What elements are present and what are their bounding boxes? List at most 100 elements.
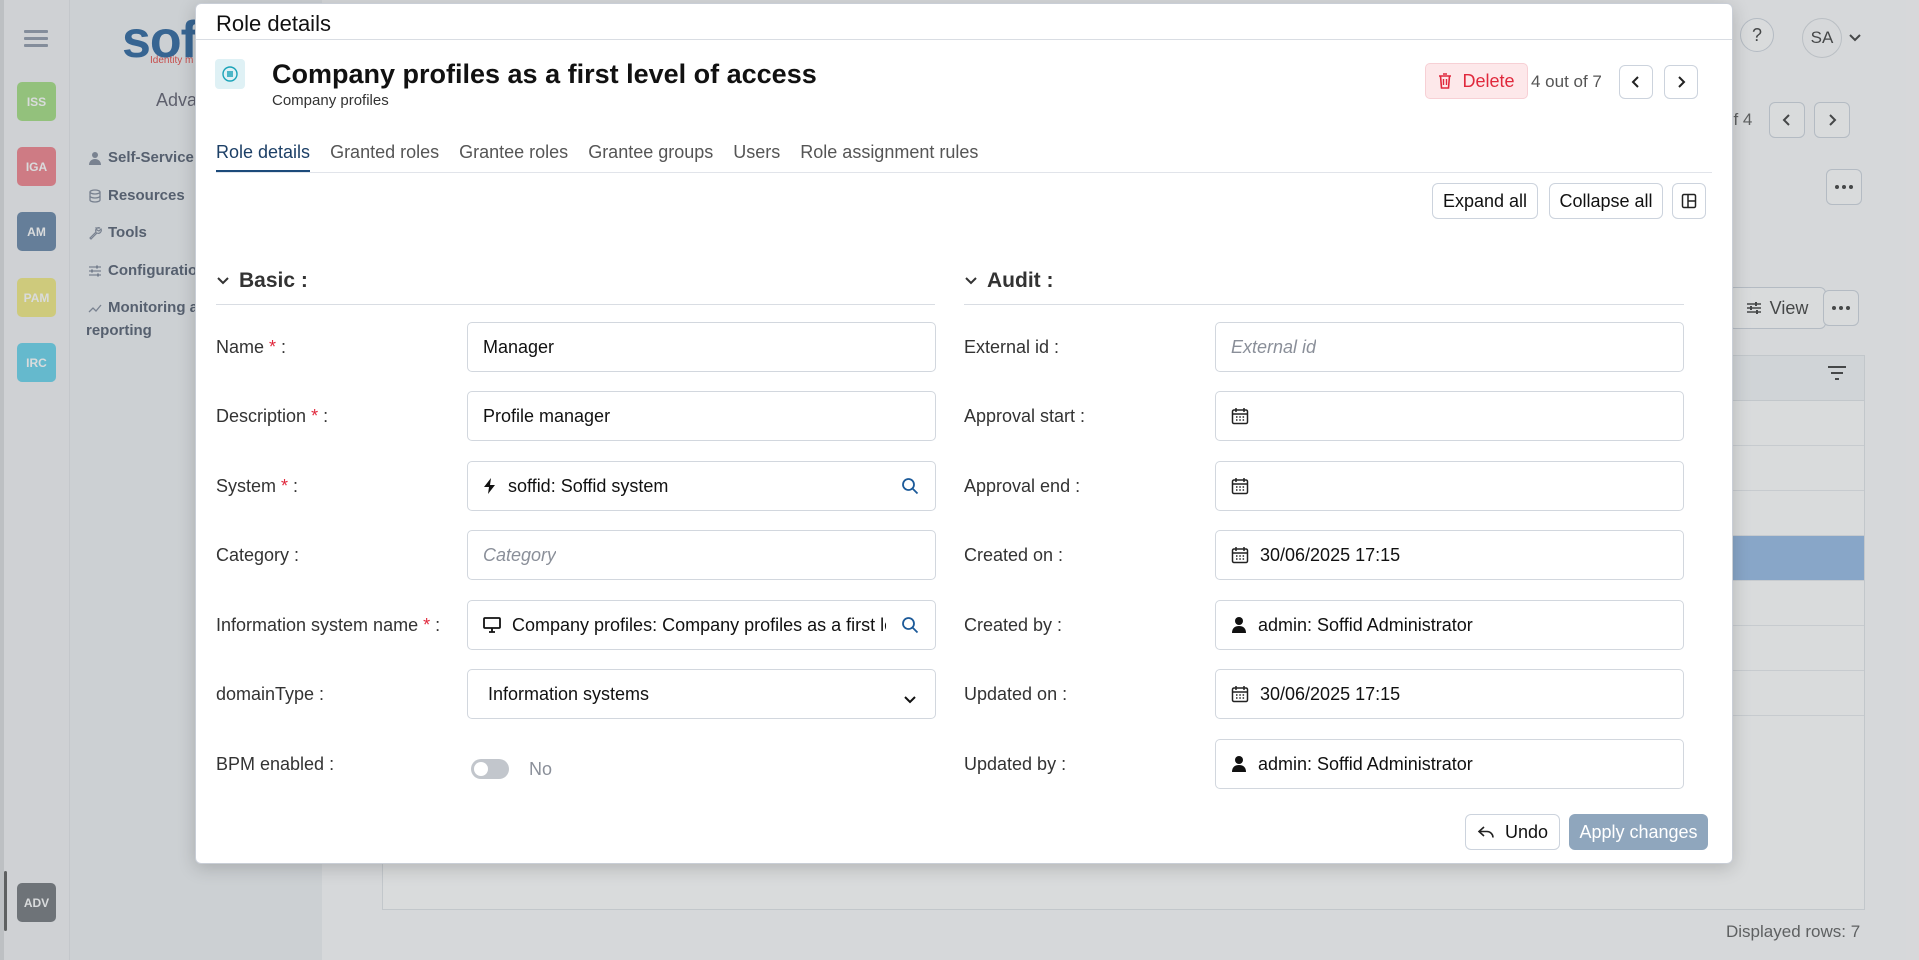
updated-on-field[interactable]: 30/06/2025 17:15 [1215, 669, 1684, 719]
domain-type-value: Information systems [488, 683, 650, 704]
external-id-placeholder: External id [1231, 336, 1317, 357]
updated-on-label: Updated on : [964, 684, 1068, 704]
approval-end-field[interactable] [1215, 461, 1684, 511]
approval-start-field[interactable] [1215, 391, 1684, 441]
calendar-icon [1231, 407, 1249, 425]
toggle-knob [474, 762, 488, 776]
next-record-button[interactable] [1664, 65, 1698, 99]
role-details-dialog: Role details Company profiles as a first… [195, 3, 1733, 864]
category-field[interactable]: Category [467, 530, 936, 580]
name-field[interactable]: Manager [467, 322, 936, 372]
system-value: soffid: Soffid system [508, 475, 669, 496]
updated-by-value: admin: Soffid Administrator [1258, 753, 1473, 774]
calendar-icon [1231, 685, 1249, 703]
required-marker: * [281, 476, 289, 496]
calendar-icon [1231, 477, 1249, 495]
label-suffix: : [288, 476, 299, 496]
name-value: Manager [483, 336, 555, 357]
monitor-icon [483, 617, 501, 633]
created-by-value: admin: Soffid Administrator [1258, 614, 1473, 635]
updated-by-label: Updated by : [964, 754, 1067, 774]
user-icon [1231, 616, 1247, 634]
bpm-enabled-value: No [529, 759, 553, 779]
trash-icon [1439, 73, 1452, 89]
created-by-label: Created by : [964, 615, 1063, 635]
chevron-left-icon [1631, 76, 1639, 88]
chevron-right-icon [1678, 76, 1686, 88]
bpm-enabled-label: BPM enabled : [216, 754, 335, 774]
label-suffix: : [276, 337, 287, 357]
system-label-text: System [216, 476, 277, 496]
created-by-field[interactable]: admin: Soffid Administrator [1215, 600, 1684, 650]
external-id-label: External id : [964, 337, 1060, 357]
undo-icon [1477, 826, 1494, 838]
tab-granted-roles[interactable]: Granted roles [330, 142, 439, 172]
information-system-value: Company profiles: Company profiles as a … [512, 614, 886, 635]
audit-section-divider [964, 304, 1684, 305]
tab-role-assignment-rules[interactable]: Role assignment rules [800, 142, 978, 172]
search-icon[interactable] [901, 616, 919, 639]
bpm-enabled-toggle[interactable] [471, 759, 509, 779]
domain-type-select[interactable]: Information systems [467, 669, 936, 719]
record-counter: 4 out of 7 [1531, 72, 1602, 91]
created-on-value: 30/06/2025 17:15 [1260, 544, 1401, 565]
required-marker: * [269, 337, 277, 357]
basic-section-title: Basic : [239, 269, 308, 292]
tab-bar: Role details Granted roles Grantee roles… [216, 142, 978, 172]
tab-users[interactable]: Users [733, 142, 780, 172]
information-system-field[interactable]: Company profiles: Company profiles as a … [467, 600, 936, 650]
chevron-down-icon [903, 689, 917, 710]
audit-section-title: Audit : [987, 269, 1054, 292]
basic-section-toggle[interactable]: Basic : [216, 269, 308, 293]
chevron-down-icon [217, 277, 229, 285]
tab-grantee-roles[interactable]: Grantee roles [459, 142, 568, 172]
dialog-title: Role details [216, 11, 331, 36]
system-field[interactable]: soffid: Soffid system [467, 461, 936, 511]
category-placeholder: Category [483, 544, 557, 565]
tabs-divider [216, 172, 1712, 173]
label-suffix: : [318, 406, 329, 426]
layout-toggle-button[interactable] [1672, 183, 1706, 219]
tab-role-details[interactable]: Role details [216, 142, 311, 172]
approval-start-label: Approval start : [964, 406, 1086, 426]
apply-changes-button[interactable]: Apply changes [1569, 814, 1708, 850]
delete-label: Delete [1462, 70, 1515, 91]
chevron-down-icon [965, 277, 977, 285]
label-suffix: : [430, 615, 441, 635]
basic-section-divider [216, 304, 935, 305]
role-list-icon [215, 59, 245, 89]
description-label-text: Description [216, 406, 307, 426]
collapse-all-button[interactable]: Collapse all [1549, 183, 1663, 219]
information-system-label: Information system name * : [216, 615, 440, 636]
delete-button[interactable]: Delete [1425, 63, 1528, 99]
name-label-text: Name [216, 337, 265, 357]
undo-label: Undo [1504, 821, 1549, 842]
description-label: Description * : [216, 406, 328, 427]
calendar-icon [1231, 546, 1249, 564]
created-on-label: Created on : [964, 545, 1064, 565]
approval-end-label: Approval end : [964, 476, 1081, 496]
user-icon [1231, 755, 1247, 773]
system-label: System * : [216, 476, 298, 497]
role-subtitle: Company profiles [272, 92, 389, 109]
expand-all-button[interactable]: Expand all [1432, 183, 1538, 219]
audit-section-toggle[interactable]: Audit : [964, 269, 1053, 293]
description-value: Profile manager [483, 405, 611, 426]
dialog-title-divider [196, 39, 1732, 40]
role-name-heading: Company profiles as a first level of acc… [272, 59, 817, 89]
previous-record-button[interactable] [1619, 65, 1653, 99]
domain-type-label: domainType : [216, 684, 325, 704]
updated-on-value: 30/06/2025 17:15 [1260, 683, 1401, 704]
layout-columns-icon [1681, 193, 1697, 209]
infosys-label-text: Information system name [216, 615, 419, 635]
category-label: Category : [216, 545, 300, 565]
bolt-icon [483, 477, 497, 495]
updated-by-field[interactable]: admin: Soffid Administrator [1215, 739, 1684, 789]
external-id-field[interactable]: External id [1215, 322, 1684, 372]
tab-grantee-groups[interactable]: Grantee groups [588, 142, 713, 172]
description-field[interactable]: Profile manager [467, 391, 936, 441]
undo-button[interactable]: Undo [1465, 814, 1560, 850]
created-on-field[interactable]: 30/06/2025 17:15 [1215, 530, 1684, 580]
search-icon[interactable] [901, 477, 919, 500]
name-label: Name * : [216, 337, 286, 358]
